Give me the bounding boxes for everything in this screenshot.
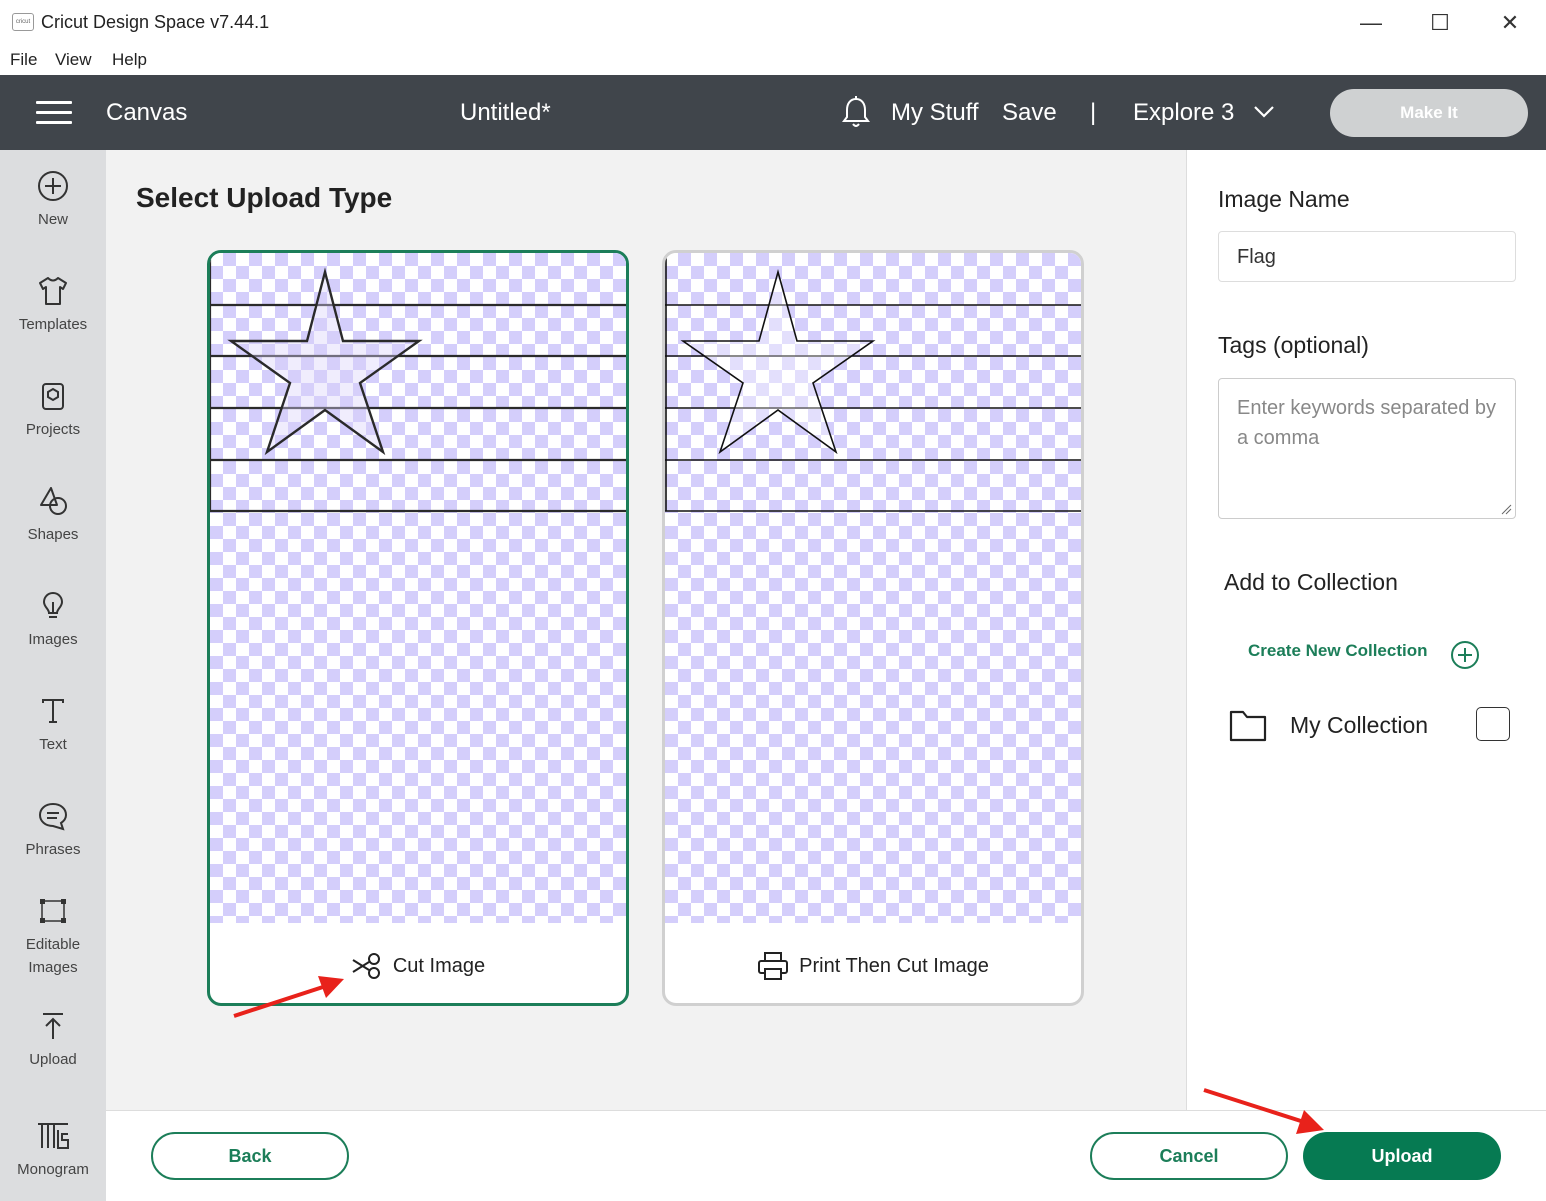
card-label: Print Then Cut Image xyxy=(799,954,989,977)
monogram-icon xyxy=(38,1123,69,1149)
sidebar-item-label: Text xyxy=(39,736,67,753)
menu-file[interactable]: File xyxy=(10,50,37,70)
my-collection-checkbox[interactable] xyxy=(1476,707,1510,741)
speech-bubble-icon xyxy=(38,802,68,831)
sidebar-item-upload[interactable]: Upload xyxy=(0,1010,106,1071)
sidebar-item-templates[interactable]: Templates xyxy=(0,275,106,336)
cricut-logo-icon: cricut xyxy=(12,13,34,31)
text-icon xyxy=(42,699,64,723)
sidebar-item-label: Monogram xyxy=(17,1161,89,1178)
image-name-input[interactable]: Flag xyxy=(1218,231,1516,282)
make-it-button[interactable]: Make It xyxy=(1330,89,1528,137)
print-then-cut-label-row: Print Then Cut Image xyxy=(665,923,1081,1003)
chevron-down-icon[interactable] xyxy=(1253,105,1275,119)
my-collection-label: My Collection xyxy=(1290,712,1429,738)
sidebar-item-label: New xyxy=(37,211,68,228)
folder-icon xyxy=(1229,710,1267,742)
sidebar-item-label: Shapes xyxy=(27,526,79,543)
projects-icon xyxy=(42,383,64,410)
sidebar-item-monogram[interactable]: Monogram xyxy=(0,1120,106,1181)
back-button[interactable]: Back xyxy=(151,1132,349,1180)
flag-preview-image xyxy=(210,253,626,513)
sidebar-item-shapes[interactable]: Shapes xyxy=(0,485,106,546)
tshirt-icon xyxy=(39,277,67,305)
save-link[interactable]: Save xyxy=(1002,99,1057,127)
close-window-button[interactable]: ✕ xyxy=(1490,8,1530,38)
menu-view[interactable]: View xyxy=(55,50,92,70)
maximize-button[interactable]: ☐ xyxy=(1420,8,1460,38)
hamburger-menu-icon[interactable] xyxy=(36,101,72,125)
sidebar-item-phrases[interactable]: Phrases xyxy=(0,800,106,861)
sidebar-item-label: Templates xyxy=(18,316,88,333)
document-title[interactable]: Untitled* xyxy=(460,99,551,127)
menu-help[interactable]: Help xyxy=(112,50,147,70)
sidebar-item-projects[interactable]: Projects xyxy=(0,380,106,441)
tags-textarea[interactable]: Enter keywords separated by a comma xyxy=(1218,378,1516,519)
sidebar-item-text[interactable]: Text xyxy=(0,695,106,756)
upload-button[interactable]: Upload xyxy=(1303,1132,1501,1180)
header-separator: | xyxy=(1090,99,1097,126)
plus-circle-icon[interactable] xyxy=(1450,640,1480,670)
window-title: Cricut Design Space v7.44.1 xyxy=(41,12,270,32)
my-stuff-link[interactable]: My Stuff xyxy=(891,99,979,127)
sidebar-item-new[interactable]: New xyxy=(0,170,106,231)
sidebar-item-images[interactable]: Images xyxy=(0,590,106,651)
shapes-icon xyxy=(40,487,67,515)
annotation-arrow-icon xyxy=(233,976,344,1018)
flag-preview-image xyxy=(665,253,1081,512)
image-name-label: Image Name xyxy=(1218,186,1350,212)
tags-label: Tags (optional) xyxy=(1218,332,1369,358)
app-header: Canvas Untitled* My Stuff Save | Explore… xyxy=(0,75,1546,150)
bell-icon[interactable] xyxy=(842,95,870,129)
sidebar-item-label: Upload xyxy=(29,1051,77,1068)
plus-circle-icon xyxy=(38,171,68,201)
page-title: Select Upload Type xyxy=(136,182,393,213)
window-titlebar: cricut Cricut Design Space v7.44.1 — ☐ ✕ xyxy=(0,0,1546,46)
upload-icon xyxy=(43,1013,63,1039)
right-panel xyxy=(1186,150,1546,1110)
lightbulb-icon xyxy=(42,591,64,618)
minimize-button[interactable]: — xyxy=(1351,8,1391,38)
canvas-label[interactable]: Canvas xyxy=(106,99,187,127)
sidebar-item-editable-images[interactable]: Editable Images xyxy=(0,895,106,979)
add-to-collection-label: Add to Collection xyxy=(1224,569,1398,595)
sidebar-item-label: Phrases xyxy=(25,841,81,858)
cut-image-card[interactable]: Cut Image xyxy=(207,250,629,1006)
sidebar-item-label: Images xyxy=(28,631,78,648)
create-new-collection-link[interactable]: Create New Collection xyxy=(1248,641,1428,661)
left-sidebar: New Templates Projects Shapes Images Tex… xyxy=(0,150,106,1201)
resize-handle-icon[interactable] xyxy=(1500,503,1512,515)
editable-images-icon xyxy=(40,899,66,923)
scissors-icon xyxy=(352,953,380,979)
cancel-button[interactable]: Cancel xyxy=(1090,1132,1288,1180)
printer-icon xyxy=(758,952,789,980)
print-then-cut-card[interactable]: Print Then Cut Image xyxy=(662,250,1084,1006)
machine-selector[interactable]: Explore 3 xyxy=(1133,99,1234,127)
menu-bar: File View Help xyxy=(0,46,1546,75)
sidebar-item-label: Projects xyxy=(25,421,81,438)
annotation-arrow-icon xyxy=(1203,1088,1324,1134)
card-label: Cut Image xyxy=(392,954,486,977)
sidebar-item-label: Editable Images xyxy=(25,936,81,976)
